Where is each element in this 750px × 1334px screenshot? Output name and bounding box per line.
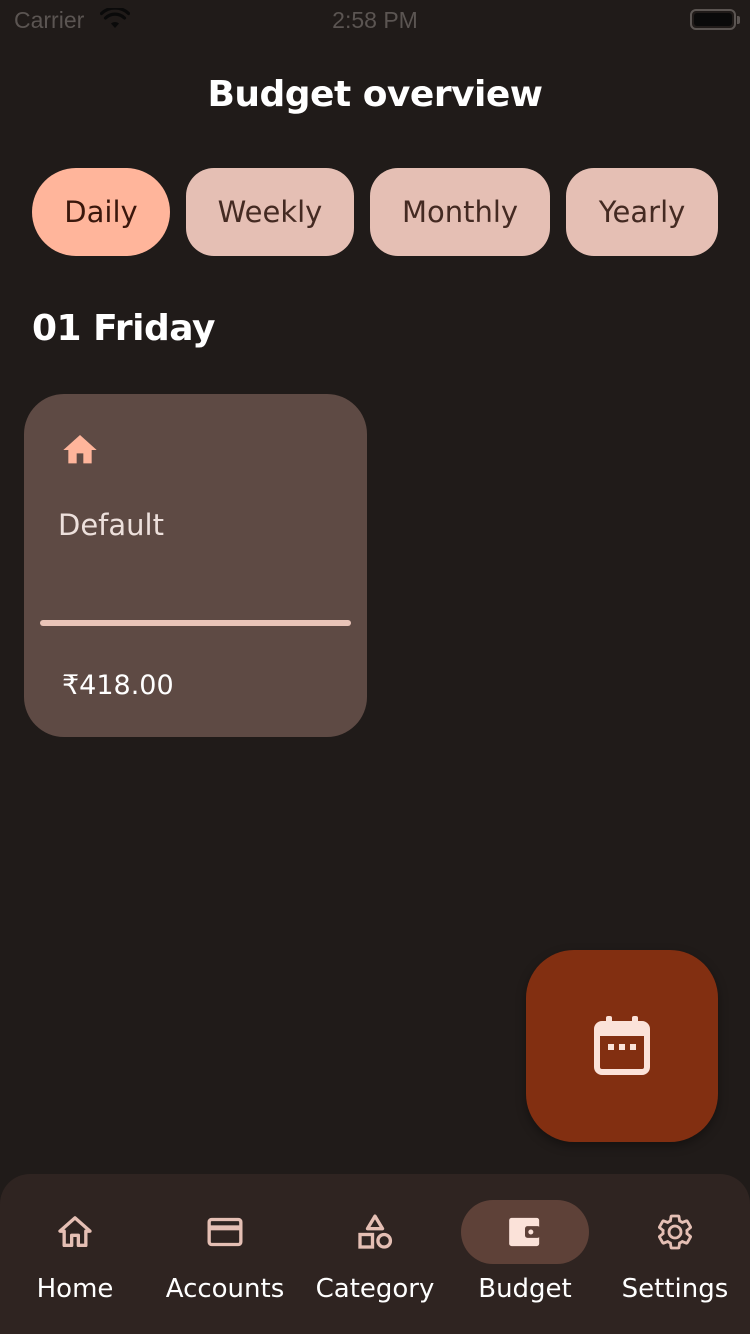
calendar-fab-button[interactable] <box>526 950 718 1142</box>
nav-label-budget: Budget <box>478 1274 572 1304</box>
tab-yearly-label: Yearly <box>598 195 686 229</box>
nav-label-category: Category <box>315 1274 435 1304</box>
tab-weekly-label: Weekly <box>217 195 323 229</box>
nav-item-budget[interactable]: Budget <box>450 1174 600 1334</box>
nav-label-accounts: Accounts <box>165 1274 285 1304</box>
page-title: Budget overview <box>207 74 543 115</box>
budget-card[interactable]: Default ₹418.00 <box>24 394 367 737</box>
nav-item-category[interactable]: Category <box>300 1174 450 1334</box>
home-icon <box>63 435 97 464</box>
bottom-navigation: Home Accounts Category Budget Settings <box>0 1174 750 1334</box>
tab-monthly-label: Monthly <box>401 195 519 229</box>
shapes-icon <box>358 1214 393 1249</box>
credit-card-icon <box>207 1217 243 1247</box>
tab-daily[interactable]: Daily <box>32 168 170 256</box>
date-heading: 01 Friday <box>32 308 215 349</box>
gear-icon <box>658 1214 692 1250</box>
tab-monthly[interactable]: Monthly <box>370 168 550 256</box>
wallet-icon <box>509 1217 540 1247</box>
budget-progress-bar <box>40 620 351 626</box>
tab-weekly[interactable]: Weekly <box>186 168 354 256</box>
budget-card-name: Default <box>58 508 164 542</box>
nav-item-settings[interactable]: Settings <box>600 1174 750 1334</box>
clock: 2:58 PM <box>332 7 418 33</box>
status-bar: Carrier 2:58 PM <box>0 0 750 40</box>
battery-icon <box>690 9 740 30</box>
nav-item-accounts[interactable]: Accounts <box>150 1174 300 1334</box>
budget-card-amount: ₹418.00 <box>62 670 174 701</box>
tab-yearly[interactable]: Yearly <box>566 168 718 256</box>
nav-item-home[interactable]: Home <box>0 1174 150 1334</box>
nav-label-settings: Settings <box>621 1274 729 1304</box>
nav-label-home: Home <box>36 1274 114 1304</box>
tab-daily-label: Daily <box>64 195 138 229</box>
home-icon <box>58 1216 92 1247</box>
calendar-icon <box>594 1016 650 1075</box>
